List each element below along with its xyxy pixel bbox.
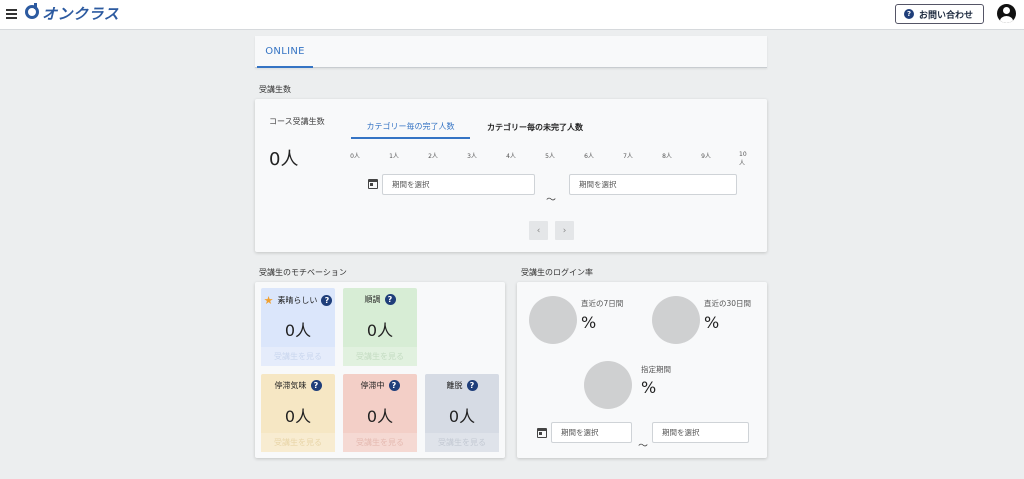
logo-icon bbox=[25, 3, 39, 19]
rate-period-circle bbox=[584, 361, 632, 409]
next-page-button[interactable]: › bbox=[555, 221, 574, 240]
motivation-great: ★ 素晴らしい? 0人 受講生を見る bbox=[261, 288, 335, 366]
motivation-stagnating: 停滞気味? 0人 受講生を見る bbox=[261, 374, 335, 452]
rate-30days-circle bbox=[652, 296, 700, 344]
rate-7days-circle bbox=[529, 296, 577, 344]
range-tilde: 〜 bbox=[638, 441, 648, 452]
rate-30days-label: 直近の30日間 bbox=[704, 299, 752, 308]
motivation-good: 順調? 0人 受講生を見る bbox=[343, 288, 417, 366]
motivation-label: 停滞気味 bbox=[274, 381, 307, 390]
rate-7days-value: % bbox=[581, 313, 597, 332]
view-students-button[interactable]: 受講生を見る bbox=[343, 347, 417, 366]
help-icon[interactable]: ? bbox=[388, 380, 400, 391]
rate-30days-value: % bbox=[704, 313, 720, 332]
motivation-section-label: 受講生のモチベーション bbox=[259, 268, 347, 277]
logo-text[interactable]: オンクラス bbox=[42, 3, 119, 24]
menu-icon[interactable] bbox=[6, 9, 17, 19]
axis-tick: 1人 bbox=[389, 153, 399, 160]
tab-incomplete-by-category[interactable]: カテゴリー毎の未完了人数 bbox=[475, 116, 595, 139]
motivation-value: 0人 bbox=[284, 321, 312, 340]
axis-tick: 3人 bbox=[467, 153, 477, 160]
period-end-field[interactable]: 期間を選択 bbox=[569, 174, 737, 195]
motivation-label: 停滞中 bbox=[360, 381, 385, 390]
motivation-dropped: 離脱? 0人 受講生を見る bbox=[425, 374, 499, 452]
view-students-button[interactable]: 受講生を見る bbox=[261, 433, 335, 452]
motivation-label: 順調 bbox=[364, 295, 381, 304]
motivation-value: 0人 bbox=[448, 407, 476, 426]
motivation-value: 0人 bbox=[366, 407, 394, 426]
tab-bar: ONLINE bbox=[255, 36, 767, 68]
login-period-end-field[interactable]: 期間を選択 bbox=[652, 422, 749, 443]
help-icon[interactable]: ? bbox=[321, 295, 333, 306]
login-rate-card: 直近の7日間 % 直近の30日間 % 指定期間 % 期間を選択 〜 期間を選択 bbox=[517, 282, 767, 458]
login-section-label: 受講生のログイン率 bbox=[521, 268, 593, 277]
help-icon[interactable]: ? bbox=[384, 294, 396, 305]
contact-button[interactable]: ? お問い合わせ bbox=[895, 4, 984, 24]
account-icon[interactable] bbox=[997, 4, 1016, 23]
tab-online[interactable]: ONLINE bbox=[257, 36, 313, 68]
login-period-start-field[interactable]: 期間を選択 bbox=[551, 422, 632, 443]
motivation-value: 0人 bbox=[284, 407, 312, 426]
course-students-label: コース受講生数 bbox=[269, 117, 325, 126]
course-students-count: 0人 bbox=[269, 149, 299, 170]
axis-tick: 8人 bbox=[662, 153, 672, 160]
help-icon: ? bbox=[904, 9, 914, 19]
rate-7days-label: 直近の7日間 bbox=[581, 299, 624, 308]
view-students-button[interactable]: 受講生を見る bbox=[343, 433, 417, 452]
rate-period-label: 指定期間 bbox=[641, 365, 671, 374]
count-axis-ticks: 0人 1人 2人 3人 4人 5人 6人 7人 8人 9人 10人 bbox=[347, 151, 757, 167]
range-tilde: 〜 bbox=[546, 195, 556, 206]
motivation-label: 離脱 bbox=[446, 381, 463, 390]
motivation-value: 0人 bbox=[366, 321, 394, 340]
axis-tick: 0人 bbox=[350, 153, 360, 160]
calendar-icon[interactable] bbox=[537, 428, 547, 438]
help-icon[interactable]: ? bbox=[310, 380, 322, 391]
axis-tick: 2人 bbox=[428, 153, 438, 160]
view-students-button[interactable]: 受講生を見る bbox=[261, 347, 335, 366]
top-app-bar: オンクラス ? お問い合わせ bbox=[0, 0, 1024, 30]
help-icon[interactable]: ? bbox=[466, 380, 478, 391]
students-section-label: 受講生数 bbox=[259, 85, 291, 94]
axis-tick: 10人 bbox=[739, 151, 747, 167]
motivation-label: 素晴らしい bbox=[277, 296, 318, 305]
calendar-icon[interactable] bbox=[368, 179, 378, 189]
axis-tick: 5人 bbox=[545, 153, 555, 160]
motivation-card: ★ 素晴らしい? 0人 受講生を見る 順調? 0人 受講生を見る 停滞気味? 0人… bbox=[255, 282, 505, 458]
period-start-field[interactable]: 期間を選択 bbox=[382, 174, 535, 195]
axis-tick: 9人 bbox=[701, 153, 711, 160]
axis-tick: 4人 bbox=[506, 153, 516, 160]
contact-button-label: お問い合わせ bbox=[919, 10, 974, 21]
view-students-button[interactable]: 受講生を見る bbox=[425, 433, 499, 452]
prev-page-button[interactable]: ‹ bbox=[529, 221, 548, 240]
motivation-stalled: 停滞中? 0人 受講生を見る bbox=[343, 374, 417, 452]
axis-tick: 7人 bbox=[623, 153, 633, 160]
tab-completed-by-category[interactable]: カテゴリー毎の完了人数 bbox=[351, 116, 470, 139]
star-icon: ★ bbox=[263, 294, 274, 307]
students-card: コース受講生数 0人 カテゴリー毎の完了人数 カテゴリー毎の未完了人数 0人 1… bbox=[255, 99, 767, 252]
axis-tick: 6人 bbox=[584, 153, 594, 160]
rate-period-value: % bbox=[641, 378, 657, 397]
